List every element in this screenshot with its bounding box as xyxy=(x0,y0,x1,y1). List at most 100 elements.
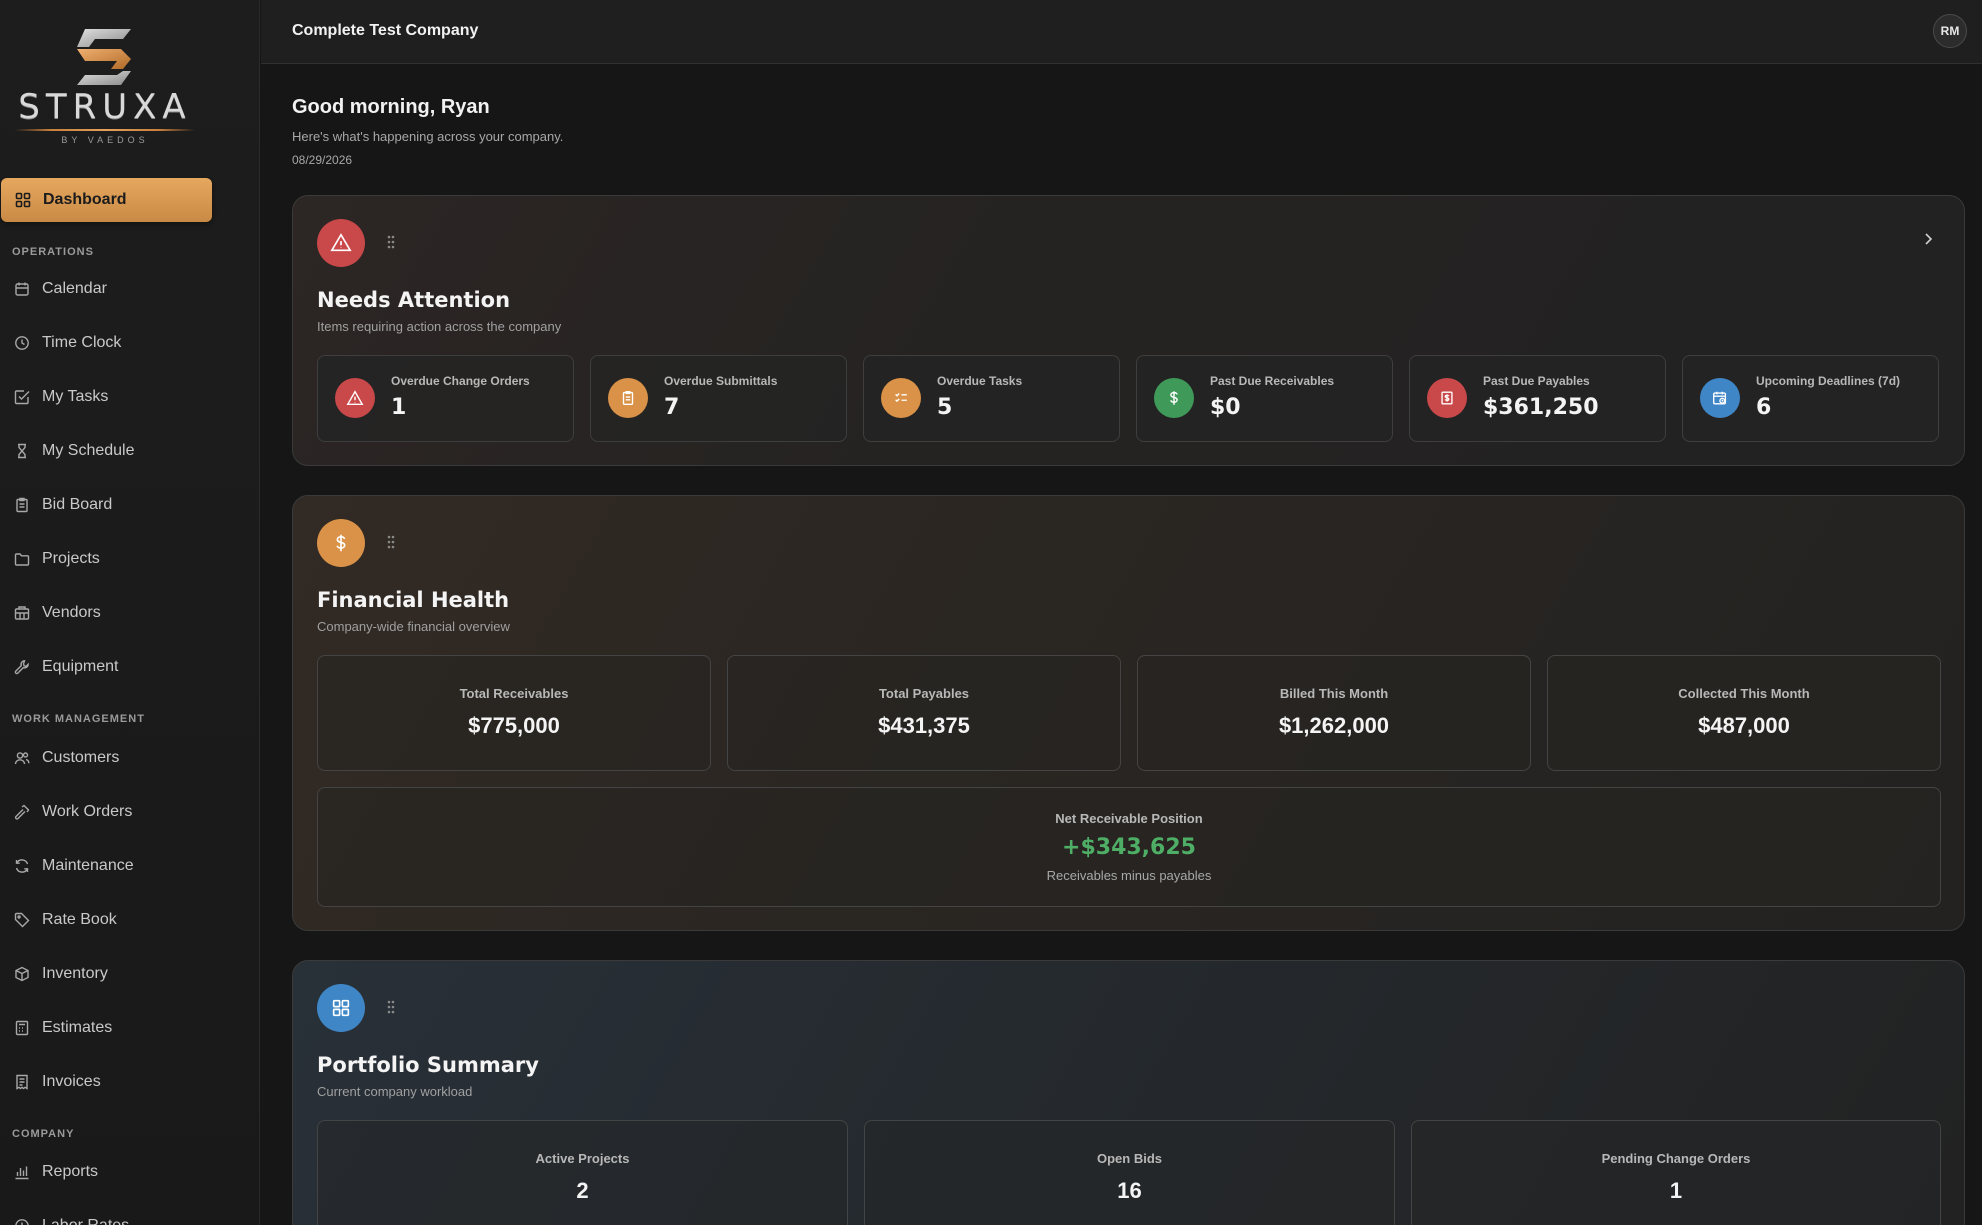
stat-label: Billed This Month xyxy=(1279,686,1389,701)
sidebar-item-estimates[interactable]: Estimates xyxy=(14,1013,244,1043)
stat-collected-this-month[interactable]: Collected This Month $487,000 xyxy=(1547,655,1941,771)
sidebar-item-my-tasks[interactable]: My Tasks xyxy=(14,382,244,412)
sidebar-item-equipment[interactable]: Equipment xyxy=(14,652,244,682)
clipboard-icon xyxy=(14,497,30,513)
attention-label: Upcoming Deadlines (7d) xyxy=(1756,374,1901,388)
sidebar-item-label: Invoices xyxy=(42,1073,101,1090)
sidebar-item-label: Rate Book xyxy=(42,911,117,928)
attention-value: $0 xyxy=(1210,395,1241,420)
stat-active-projects[interactable]: Active Projects 2 xyxy=(317,1120,848,1225)
stat-value: $1,262,000 xyxy=(1278,713,1390,738)
sidebar-item-label: Dashboard xyxy=(43,191,127,208)
brand-name: STRUXA xyxy=(18,87,192,127)
alert-triangle-icon xyxy=(317,219,365,267)
attention-label: Past Due Payables xyxy=(1483,374,1590,388)
drag-handle-icon[interactable] xyxy=(386,534,396,550)
attention-item-overdue-submittals[interactable]: Overdue Submittals 7 xyxy=(590,355,847,442)
sidebar-item-time-clock[interactable]: Time Clock xyxy=(14,328,244,358)
drag-handle-icon[interactable] xyxy=(386,234,396,250)
net-receivable-position[interactable]: Net Receivable Position +$343,625 Receiv… xyxy=(317,787,1941,907)
attention-value: $361,250 xyxy=(1483,395,1599,420)
stat-billed-this-month[interactable]: Billed This Month $1,262,000 xyxy=(1137,655,1531,771)
sidebar-item-label: Estimates xyxy=(42,1019,113,1036)
stat-total-receivables[interactable]: Total Receivables $775,000 xyxy=(317,655,711,771)
greeting-date: 08/29/2026 xyxy=(292,153,353,167)
attention-item-past-due-payables[interactable]: Past Due Payables $361,250 xyxy=(1409,355,1666,442)
check-square-icon xyxy=(14,389,30,405)
attention-item-overdue-tasks[interactable]: Overdue Tasks 5 xyxy=(863,355,1120,442)
calendar-icon xyxy=(14,281,30,297)
attention-item-upcoming-deadlines[interactable]: Upcoming Deadlines (7d) 6 xyxy=(1682,355,1939,442)
sidebar-item-label: Projects xyxy=(42,550,100,567)
hourglass-icon xyxy=(14,443,30,459)
sidebar-item-label: Time Clock xyxy=(42,334,122,351)
sidebar-item-maintenance[interactable]: Maintenance xyxy=(14,851,244,881)
card-subtitle: Items requiring action across the compan… xyxy=(317,319,562,334)
calculator-icon xyxy=(14,1020,30,1036)
sidebar-item-bid-board[interactable]: Bid Board xyxy=(14,490,244,520)
user-avatar[interactable]: RM xyxy=(1933,14,1967,48)
attention-item-past-due-receivables[interactable]: Past Due Receivables $0 xyxy=(1136,355,1393,442)
sidebar-item-customers[interactable]: Customers xyxy=(14,743,244,773)
needs-attention-card: Needs Attention Items requiring action a… xyxy=(292,195,1965,466)
tag-icon xyxy=(14,912,30,928)
attention-value: 5 xyxy=(937,395,953,420)
clock-icon xyxy=(14,335,30,351)
sidebar-item-projects[interactable]: Projects xyxy=(14,544,244,574)
sidebar-item-reports[interactable]: Reports xyxy=(14,1157,244,1187)
sidebar-item-calendar[interactable]: Calendar xyxy=(14,274,244,304)
sidebar-item-my-schedule[interactable]: My Schedule xyxy=(14,436,244,466)
sidebar-item-vendors[interactable]: Vendors xyxy=(14,598,244,628)
drag-handle-icon[interactable] xyxy=(386,999,396,1015)
attention-label: Past Due Receivables xyxy=(1210,374,1335,388)
wrench-icon xyxy=(14,659,30,675)
sidebar-item-work-orders[interactable]: Work Orders xyxy=(14,797,244,827)
sidebar-item-label: Customers xyxy=(42,749,120,766)
struxa-logo-icon xyxy=(77,29,131,85)
sidebar-item-label: Labor Rates xyxy=(42,1217,129,1225)
attention-label: Overdue Change Orders xyxy=(391,374,530,388)
attention-value: 1 xyxy=(391,395,407,420)
sidebar-item-label: Bid Board xyxy=(42,496,113,513)
attention-item-overdue-change-orders[interactable]: Overdue Change Orders 1 xyxy=(317,355,574,442)
box-icon xyxy=(14,966,30,982)
stat-value: 16 xyxy=(1117,1178,1142,1203)
sidebar-item-label: Reports xyxy=(42,1163,99,1180)
clock-icon xyxy=(14,1218,30,1225)
stat-label: Collected This Month xyxy=(1678,686,1810,701)
grid-icon xyxy=(317,984,365,1032)
card-subtitle: Company-wide financial overview xyxy=(317,619,510,634)
brand-tagline: BY VAEDOS xyxy=(61,135,149,145)
folder-icon xyxy=(14,551,30,567)
users-icon xyxy=(14,750,30,766)
section-label-work-management: WORK MANAGEMENT xyxy=(12,713,145,725)
receipt-icon xyxy=(14,1074,30,1090)
sidebar-item-labor-rates[interactable]: Labor Rates xyxy=(14,1211,244,1225)
stat-open-bids[interactable]: Open Bids 16 xyxy=(864,1120,1395,1225)
brand-logo[interactable]: STRUXA BY VAEDOS xyxy=(10,25,200,150)
sidebar-item-label: Calendar xyxy=(42,280,107,297)
greeting-title: Good morning, Ryan xyxy=(292,96,490,118)
stat-label: Active Projects xyxy=(535,1151,630,1166)
stat-pending-change-orders[interactable]: Pending Change Orders 1 xyxy=(1411,1120,1941,1225)
company-name[interactable]: Complete Test Company xyxy=(292,22,478,40)
calendar-clock-icon xyxy=(1700,378,1740,418)
section-label-company: COMPANY xyxy=(12,1128,75,1140)
bar-chart-icon xyxy=(14,1164,30,1180)
bill-icon xyxy=(1427,378,1467,418)
sidebar: STRUXA BY VAEDOS Dashboard OPERATIONS Ca… xyxy=(0,0,260,1225)
attention-value: 6 xyxy=(1756,395,1772,420)
dollar-icon xyxy=(1154,378,1194,418)
stat-total-payables[interactable]: Total Payables $431,375 xyxy=(727,655,1121,771)
sidebar-item-rate-book[interactable]: Rate Book xyxy=(14,905,244,935)
grid-icon xyxy=(15,192,31,208)
chevron-right-icon[interactable] xyxy=(1922,232,1934,246)
stat-label: Total Payables xyxy=(878,686,970,701)
card-subtitle: Current company workload xyxy=(317,1084,473,1099)
sidebar-item-inventory[interactable]: Inventory xyxy=(14,959,244,989)
net-value: +$343,625 xyxy=(1062,835,1196,860)
sidebar-item-dashboard[interactable]: Dashboard xyxy=(1,178,212,222)
net-note: Receivables minus payables xyxy=(1046,868,1212,883)
sidebar-item-invoices[interactable]: Invoices xyxy=(14,1067,244,1097)
stat-value: 2 xyxy=(576,1178,589,1203)
